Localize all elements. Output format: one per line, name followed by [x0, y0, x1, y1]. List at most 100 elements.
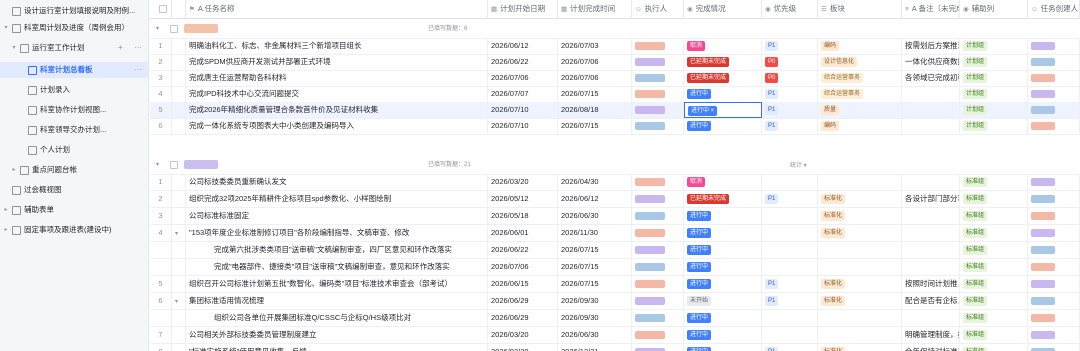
- start-date[interactable]: 2026/07/06: [488, 259, 558, 275]
- note-cell[interactable]: 明确管理制度，委员...: [902, 327, 960, 343]
- column-header[interactable]: ⚑ A 任务名称: [186, 0, 488, 18]
- column-header[interactable]: ◉ 辅助列: [960, 0, 1028, 18]
- plate-cell[interactable]: 标准化: [818, 276, 902, 292]
- plate-cell[interactable]: 编码: [818, 38, 902, 54]
- table-row[interactable]: 5 完成2026年精细化质量管理合条款首件价及见证材料收集 2026/07/10 20…: [150, 102, 1080, 119]
- sidebar-item[interactable]: 科室计划总看板 ···: [0, 62, 148, 78]
- status-cell[interactable]: 进行中: [684, 310, 762, 326]
- status-cell[interactable]: 进行中: [684, 276, 762, 292]
- select-all-checkbox[interactable]: [159, 5, 167, 14]
- end-date[interactable]: 2026/06/30: [558, 208, 632, 224]
- assignee[interactable]: [632, 310, 684, 326]
- priority-cell[interactable]: [762, 208, 818, 224]
- row-expand[interactable]: [172, 208, 186, 224]
- note-cell[interactable]: [902, 225, 960, 241]
- task-name[interactable]: 公司标技委委员重新确认发文: [186, 174, 488, 190]
- aux-cell[interactable]: 标准组: [960, 174, 1028, 190]
- note-cell[interactable]: 各领域已完成初稿，...: [902, 70, 960, 86]
- task-name[interactable]: 完成IPD科技术中心交流问题提交: [186, 86, 488, 102]
- priority-cell[interactable]: P1: [762, 293, 818, 309]
- plate-cell[interactable]: 综合运营事务: [818, 70, 902, 86]
- assignee[interactable]: [632, 102, 684, 118]
- task-name[interactable]: 完成唐主任运营帮助各科材料: [186, 70, 488, 86]
- assignee[interactable]: [632, 70, 684, 86]
- table-row[interactable]: 3 公司标准标准固定 2026/05/18 2026/06/30 进行中 标准化 标准组: [150, 208, 1080, 225]
- priority-cell[interactable]: P0: [762, 70, 818, 86]
- column-header[interactable]: [172, 0, 186, 18]
- assignee[interactable]: [632, 38, 684, 54]
- table-row[interactable]: 6 ▾ 集团标准适用情况梳理 2026/06/29 2026/09/30 未开始 P1 标准化…: [150, 293, 1080, 310]
- note-cell[interactable]: [902, 208, 960, 224]
- plate-cell[interactable]: [818, 259, 902, 275]
- sidebar-item[interactable]: 个人计划: [0, 142, 148, 158]
- row-expand[interactable]: [172, 327, 186, 343]
- aux-cell[interactable]: 标准组: [960, 259, 1028, 275]
- start-date[interactable]: 2026/03/20: [488, 327, 558, 343]
- end-date[interactable]: 2026/09/30: [558, 310, 632, 326]
- task-name[interactable]: 完成2026年精细化质量管理合条款首件价及见证材料收集: [186, 102, 488, 118]
- aux-cell[interactable]: 计划组: [960, 54, 1028, 70]
- table-row[interactable]: 1 公司标技委委员重新确认发文 2026/03/20 2026/04/30 取消 标准组: [150, 174, 1080, 191]
- task-name[interactable]: 公司相关外部标技委委员管理制度建立: [186, 327, 488, 343]
- task-name[interactable]: 组织公司各单位开展集团标准Q/CSSC与企标Q/HS级项比对: [186, 310, 488, 326]
- end-date[interactable]: 2026/07/03: [558, 38, 632, 54]
- priority-cell[interactable]: P1: [762, 38, 818, 54]
- task-name[interactable]: "153项年度企业标准制修订项目"各阶段编制指导、文稿审查、修改: [186, 225, 488, 241]
- end-date[interactable]: 2026/12/31: [558, 344, 632, 351]
- row-expand[interactable]: ▾: [172, 225, 186, 241]
- expand-toggle-icon[interactable]: ▾: [2, 20, 10, 36]
- assignee[interactable]: [632, 293, 684, 309]
- aux-cell[interactable]: 计划组: [960, 102, 1028, 118]
- aux-cell[interactable]: 标准组: [960, 276, 1028, 292]
- priority-cell[interactable]: P1: [762, 191, 818, 207]
- column-header[interactable]: ≡A 备注（未完成原因）: [902, 0, 960, 18]
- assignee[interactable]: [632, 86, 684, 102]
- start-date[interactable]: 2026/07/10: [488, 102, 558, 118]
- table-row[interactable]: 2 完成SPDM供应商开发测试并部署正式环境 2026/06/22 2026/07/0…: [150, 54, 1080, 71]
- assignee[interactable]: [632, 327, 684, 343]
- expand-toggle-icon[interactable]: ▸: [2, 222, 10, 238]
- note-cell[interactable]: 全年保持对标准系统...: [902, 344, 960, 351]
- plate-cell[interactable]: 标准化: [818, 208, 902, 224]
- priority-cell[interactable]: P0: [762, 54, 818, 70]
- note-cell[interactable]: 配合是否有企标，如...: [902, 293, 960, 309]
- task-name[interactable]: 组织召开公司标准计划第五批"数智化、编码类"项目"标准技术审查会（部考试）: [186, 276, 488, 292]
- note-cell[interactable]: [902, 310, 960, 326]
- plate-cell[interactable]: 标准化: [818, 293, 902, 309]
- row-expand[interactable]: [172, 102, 186, 118]
- plate-cell[interactable]: 标准化: [818, 225, 902, 241]
- collapse-icon[interactable]: ▾: [156, 161, 159, 168]
- assignee[interactable]: [632, 276, 684, 292]
- assignee[interactable]: [632, 118, 684, 134]
- start-date[interactable]: 2026/05/18: [488, 208, 558, 224]
- priority-cell[interactable]: [762, 259, 818, 275]
- start-date[interactable]: 2026/06/12: [488, 38, 558, 54]
- note-cell[interactable]: [902, 102, 960, 118]
- assignee[interactable]: [632, 344, 684, 351]
- aux-cell[interactable]: 计划组: [960, 38, 1028, 54]
- plate-cell[interactable]: 设计信息化: [818, 54, 902, 70]
- aux-cell[interactable]: 计划组: [960, 70, 1028, 86]
- priority-cell[interactable]: [762, 327, 818, 343]
- aux-cell[interactable]: 标准组: [960, 344, 1028, 351]
- assignee[interactable]: [632, 225, 684, 241]
- task-name[interactable]: 完成一体化系统专项图表大中小类创建及编码导入: [186, 118, 488, 134]
- note-cell[interactable]: 按照时间计划推，推迟: [902, 276, 960, 292]
- task-name[interactable]: "标准实施系统"使用意见收集、反馈: [186, 344, 488, 351]
- status-cell[interactable]: 进行中: [684, 327, 762, 343]
- start-date[interactable]: 2026/06/01: [488, 225, 558, 241]
- status-cell[interactable]: 进行中: [684, 225, 762, 241]
- sidebar-item[interactable]: 计划录入: [0, 82, 148, 98]
- stat-dropdown[interactable]: 统计 ▾: [790, 160, 807, 169]
- aux-cell[interactable]: 标准组: [960, 242, 1028, 258]
- row-expand[interactable]: [172, 38, 186, 54]
- expand-toggle-icon[interactable]: ▸: [10, 162, 18, 178]
- status-cell[interactable]: 已延期未完成: [684, 70, 762, 86]
- aux-cell[interactable]: 计划组: [960, 118, 1028, 134]
- row-expand[interactable]: ▾: [172, 293, 186, 309]
- collapse-icon[interactable]: ▾: [156, 25, 159, 32]
- start-date[interactable]: 2026/06/22: [488, 54, 558, 70]
- sidebar-item[interactable]: ▾ 科室周计划及进度（周例会用）: [0, 20, 148, 36]
- end-date[interactable]: 2026/06/12: [558, 191, 632, 207]
- plate-cell[interactable]: [818, 327, 902, 343]
